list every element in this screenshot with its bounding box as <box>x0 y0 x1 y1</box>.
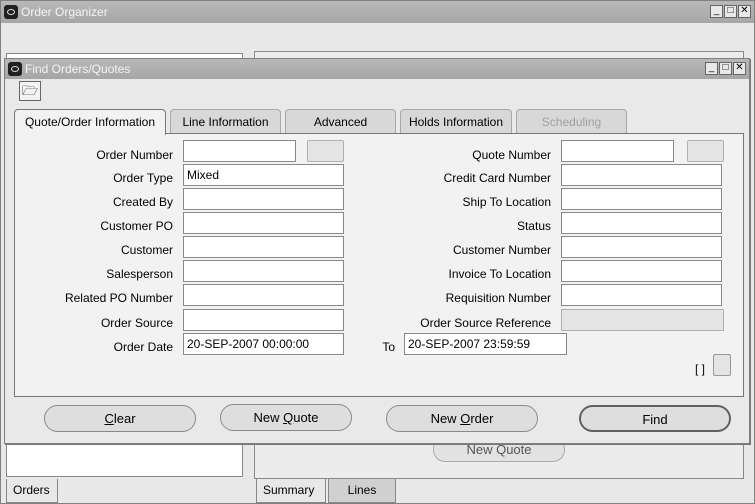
order-number-label: Order Number <box>96 148 173 162</box>
order-date-to-field[interactable] <box>404 333 567 355</box>
find-button[interactable]: Find <box>579 405 731 432</box>
created-by-label: Created By <box>112 195 173 209</box>
related-po-number-label: Related PO Number <box>64 291 173 305</box>
salesperson-label: Salesperson <box>106 267 173 281</box>
customer-label: Customer <box>120 243 173 257</box>
order-source-label: Order Source <box>100 316 173 330</box>
invoice-to-location-label: Invoice To Location <box>448 267 551 281</box>
order-source-reference-field <box>561 309 724 331</box>
credit-card-number-field[interactable] <box>561 164 722 186</box>
oracle-app-icon <box>4 5 18 19</box>
descriptive-flexfield-box[interactable] <box>713 354 731 376</box>
order-date-from-field[interactable] <box>183 333 344 355</box>
tab-summary[interactable]: Summary <box>256 479 326 503</box>
organizer-titlebar: Order Organizer _ □ ✕ <box>1 1 754 23</box>
descriptive-flexfield-label: [ ] <box>694 362 705 376</box>
order-number-field[interactable] <box>183 140 296 162</box>
status-label: Status <box>516 219 551 233</box>
oracle-app-icon <box>8 62 22 76</box>
quote-number-lov-box <box>687 140 724 162</box>
new-quote-button[interactable]: New Quote <box>220 404 352 431</box>
tab-orders[interactable]: Orders <box>6 479 58 503</box>
tab-scheduling: Scheduling <box>516 109 627 133</box>
to-date-label: To <box>382 340 395 354</box>
requisition-number-label: Requisition Number <box>445 291 551 305</box>
clear-button[interactable]: Clear <box>44 405 196 432</box>
customer-number-label: Customer Number <box>452 243 551 257</box>
open-folder-icon[interactable]: 🗁 <box>19 81 41 101</box>
tab-holds-information[interactable]: Holds Information <box>400 109 512 133</box>
find-title: Find Orders/Quotes <box>25 62 131 76</box>
ship-to-location-field[interactable] <box>561 188 722 210</box>
quote-number-label: Quote Number <box>472 148 551 162</box>
close-icon[interactable]: ✕ <box>733 62 746 75</box>
minimize-icon[interactable]: _ <box>710 5 723 18</box>
order-type-label: Order Type <box>113 171 173 185</box>
maximize-icon[interactable]: □ <box>724 5 737 18</box>
tab-line-information[interactable]: Line Information <box>170 109 281 133</box>
status-field[interactable] <box>561 212 722 234</box>
quote-number-field[interactable] <box>561 140 674 162</box>
tab-lines[interactable]: Lines <box>328 479 396 503</box>
minimize-icon[interactable]: _ <box>705 62 718 75</box>
find-titlebar: Find Orders/Quotes _ □ ✕ <box>5 59 749 79</box>
ship-to-location-label: Ship To Location <box>462 195 551 209</box>
tab-advanced[interactable]: Advanced <box>285 109 396 133</box>
customer-po-label: Customer PO <box>100 219 173 233</box>
credit-card-number-label: Credit Card Number <box>443 171 551 185</box>
find-orders-quotes-window: Find Orders/Quotes _ □ ✕ 🗁 Quote/Order I… <box>4 58 750 444</box>
tab-quote-order-information[interactable]: Quote/Order Information <box>14 109 166 135</box>
new-order-button[interactable]: New Order <box>386 405 538 432</box>
invoice-to-location-field[interactable] <box>561 260 722 282</box>
customer-number-field[interactable] <box>561 236 722 258</box>
requisition-number-field[interactable] <box>561 284 722 306</box>
close-icon[interactable]: ✕ <box>738 5 751 18</box>
order-source-reference-label: Order Source Reference <box>420 316 551 330</box>
quote-order-information-panel: Order Number Order Type Created By Custo… <box>14 133 744 397</box>
order-date-label: Order Date <box>113 340 173 354</box>
maximize-icon[interactable]: □ <box>719 62 732 75</box>
organizer-title: Order Organizer <box>21 5 108 19</box>
